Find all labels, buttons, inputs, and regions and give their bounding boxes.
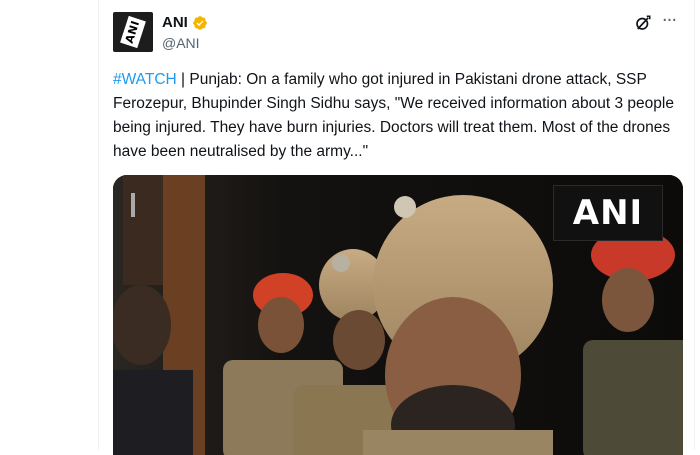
tweet-body: | Punjab: On a family who got injured in… <box>113 71 674 160</box>
timeline-border-right <box>694 0 695 450</box>
avatar[interactable]: ANI <box>113 12 153 52</box>
timeline-border-left <box>98 0 99 450</box>
tweet-text: #WATCH | Punjab: On a family who got inj… <box>113 68 681 164</box>
ani-watermark: ANI <box>553 185 663 241</box>
tweet-video[interactable]: ANI <box>113 175 683 455</box>
hashtag-link[interactable]: #WATCH <box>113 71 177 88</box>
author-name[interactable]: ANI <box>162 14 188 32</box>
grok-icon[interactable] <box>634 14 652 32</box>
verified-badge-icon <box>193 16 207 30</box>
author-handle[interactable]: @ANI <box>162 34 200 52</box>
more-options-icon[interactable]: ··· <box>660 12 678 32</box>
avatar-logo: ANI <box>120 15 146 49</box>
